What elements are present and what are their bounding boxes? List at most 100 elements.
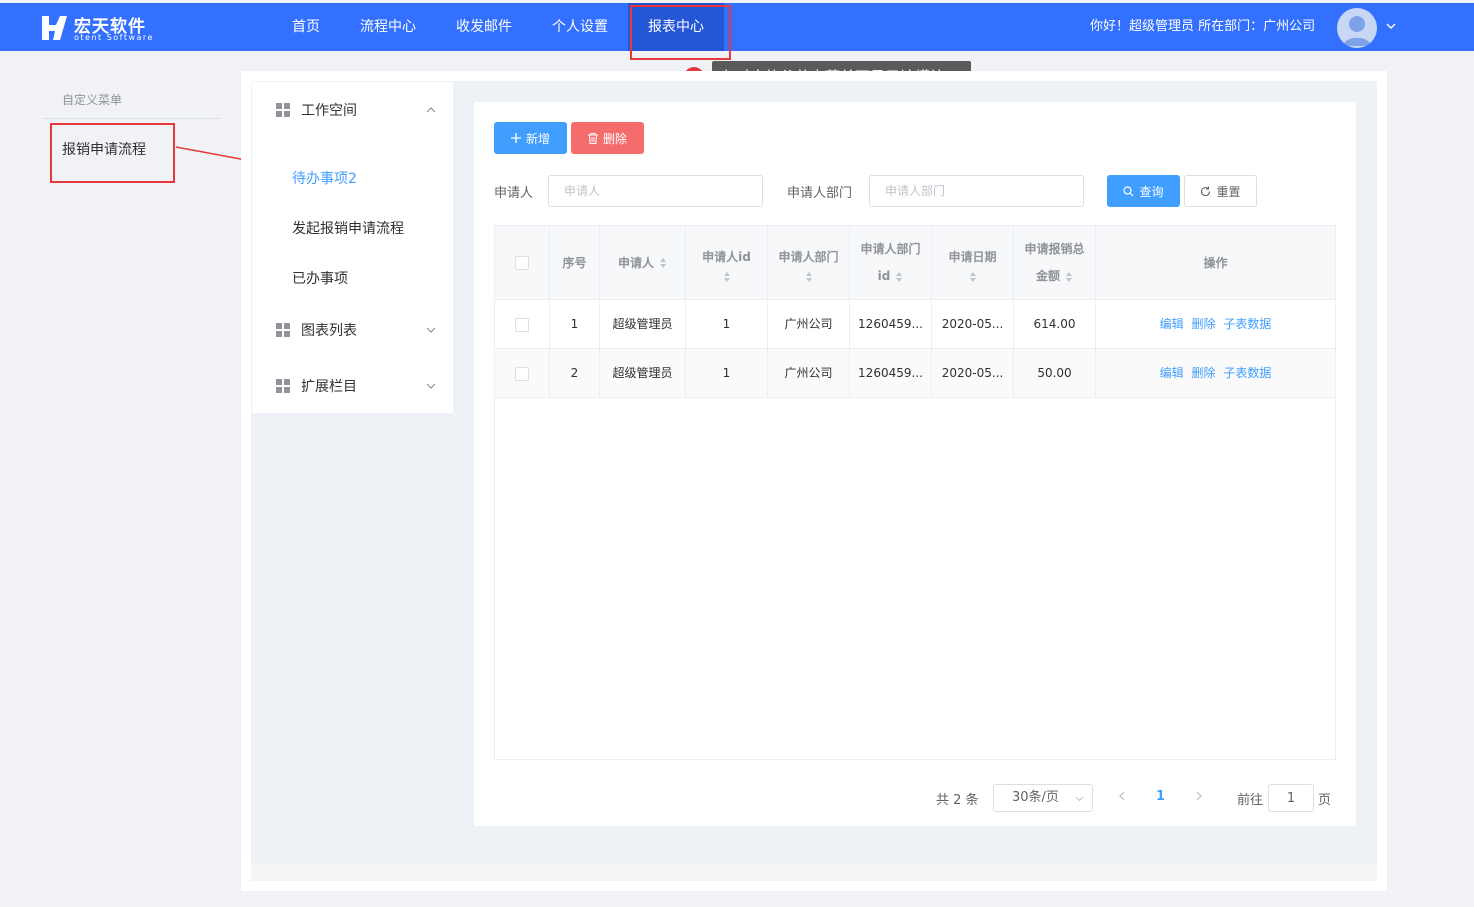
logo-h-icon [42,16,67,40]
brand-subtitle: otent Software [74,33,154,42]
goto-page-input[interactable] [1268,784,1314,812]
sidebar-group-workspace[interactable]: 工作空间 [276,100,436,120]
nav-home[interactable]: 首页 [272,3,340,51]
header-dept[interactable]: 申请人部门 [768,226,850,300]
header-select-all[interactable] [495,226,550,300]
cell-date: 2020-05... [932,349,1014,397]
add-button[interactable]: 新增 [494,122,567,154]
sidebar-item-done[interactable]: 已办事项 [292,268,348,288]
sub-table-link[interactable]: 子表数据 [1223,317,1271,331]
search-icon [1123,185,1134,196]
dept-label: 申请人部门 [787,186,853,201]
header-actions-label: 操作 [1203,255,1228,270]
header-applicant[interactable]: 申请人 [600,226,686,300]
row-checkbox[interactable] [515,366,529,381]
header-dept-id[interactable]: 申请人部门 id [850,226,932,300]
cell-dept-id: 1260459... [850,300,932,348]
frame-bottom-bar [251,863,1377,881]
cell-amount: 614.00 [1014,300,1096,348]
header-amount-label: 申请报销总 金额 [1024,242,1085,283]
chevron-down-icon [1075,796,1084,802]
cell-dept: 广州公司 [768,349,850,397]
row-select-cell[interactable] [495,300,550,348]
table-row: 1 超级管理员 1 广州公司 1260459... 2020-05... 614… [495,300,1335,349]
header-applicant-id[interactable]: 申请人id [686,226,768,300]
cell-applicant-id: 1 [686,300,768,348]
row-select-cell[interactable] [495,349,550,397]
applicant-input[interactable] [548,175,763,207]
sort-icon[interactable] [659,257,667,269]
page-size-value: 30条/页 [1012,790,1059,805]
nav-personal-settings[interactable]: 个人设置 [532,3,628,51]
applicant-label: 申请人 [494,186,534,201]
reset-button[interactable]: 重置 [1184,175,1257,207]
cell-dept-id: 1260459... [850,349,932,397]
highlight-report-center [630,5,731,60]
nav-process-center[interactable]: 流程中心 [340,3,436,51]
sort-icon[interactable] [895,271,903,283]
sidebar-group-label: 扩展栏目 [301,379,357,395]
grid-icon [276,379,290,393]
chevron-down-icon [426,327,436,333]
highlight-custom-item [50,123,175,183]
cell-amount: 50.00 [1014,349,1096,397]
edit-link[interactable]: 编辑 [1160,366,1184,380]
delete-link[interactable]: 删除 [1191,366,1215,380]
top-navbar: 宏天软件 otent Software 首页 流程中心 收发邮件 个人设置 报表… [0,3,1474,51]
chevron-down-icon[interactable] [1386,21,1396,31]
user-avatar[interactable] [1337,8,1377,48]
prev-page-icon[interactable] [1116,789,1128,803]
custom-menu-title: 自定义菜单 [62,93,123,107]
grid-icon [276,103,290,117]
sidebar-item-start-reimbursement[interactable]: 发起报销申请流程 [292,218,404,238]
header-applicant-id-label: 申请人id [702,249,751,264]
plus-icon [510,133,521,143]
goto-label: 前往 [1237,793,1264,808]
header-index: 序号 [550,226,600,300]
next-page-icon[interactable] [1193,789,1205,803]
sidebar-group-charts[interactable]: 图表列表 [276,320,436,340]
nav-mail[interactable]: 收发邮件 [436,3,532,51]
table-header: 序号 申请人 申请人id 申请人部门 申请人部门 id 申请日期 申请报销总 金额 … [495,226,1335,300]
reset-button-label: 重置 [1216,184,1241,199]
delete-button-label: 删除 [602,131,627,146]
select-all-checkbox[interactable] [515,256,529,270]
chevron-down-icon [426,383,436,389]
cell-date: 2020-05... [932,300,1014,348]
header-index-label: 序号 [562,255,587,270]
sort-icon[interactable] [723,271,731,283]
sidebar-group-extensions[interactable]: 扩展栏目 [276,376,436,396]
header-dept-id-label: 申请人部门 id [860,242,921,283]
header-date[interactable]: 申请日期 [932,226,1014,300]
goto-suffix: 页 [1318,793,1332,808]
delete-link[interactable]: 删除 [1191,317,1215,331]
cell-index: 2 [550,349,600,397]
cell-applicant-id: 1 [686,349,768,397]
row-checkbox[interactable] [515,317,529,332]
sort-icon[interactable] [1065,271,1073,283]
logo[interactable]: 宏天软件 otent Software [40,12,160,44]
dept-input[interactable] [869,175,1084,207]
header-dept-label: 申请人部门 [778,249,839,264]
header-applicant-label: 申请人 [617,255,654,270]
header-date-label: 申请日期 [948,249,997,264]
header-amount[interactable]: 申请报销总 金额 [1014,226,1096,300]
chevron-up-icon [426,107,436,113]
delete-button[interactable]: 删除 [571,122,644,154]
query-button[interactable]: 查询 [1107,175,1180,207]
sidebar-group-label: 图表列表 [301,323,357,339]
divider [42,118,220,119]
cell-applicant: 超级管理员 [600,349,686,397]
page-number-current[interactable]: 1 [1156,789,1165,804]
query-button-label: 查询 [1139,184,1164,199]
sub-table-link[interactable]: 子表数据 [1223,366,1271,380]
sort-icon[interactable] [805,271,813,283]
cell-dept: 广州公司 [768,300,850,348]
pagination-total: 共 2 条 [936,793,979,808]
page-size-select[interactable]: 30条/页 [993,784,1093,812]
edit-link[interactable]: 编辑 [1160,317,1184,331]
cell-actions: 编辑 删除 子表数据 [1096,349,1335,397]
sort-icon[interactable] [969,271,977,283]
sidebar-item-todo[interactable]: 待办事项2 [292,168,357,188]
table-row: 2 超级管理员 1 广州公司 1260459... 2020-05... 50.… [495,349,1335,398]
